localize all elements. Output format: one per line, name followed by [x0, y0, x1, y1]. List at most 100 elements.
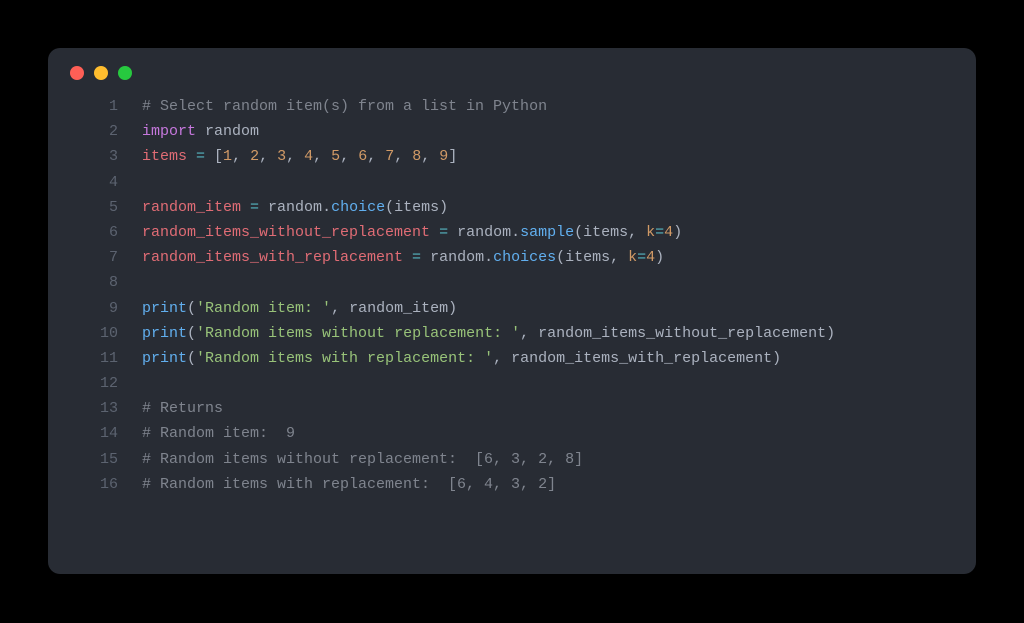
code-line[interactable]: 13# Returns	[48, 396, 976, 421]
token-punct: ,	[340, 148, 358, 165]
token-punct: (	[187, 350, 196, 367]
token-comment: # Random items without replacement: [6, …	[142, 451, 583, 468]
code-line[interactable]: 2import random	[48, 119, 976, 144]
token-str: 'Random items with replacement: '	[196, 350, 493, 367]
token-punct: [	[205, 148, 223, 165]
line-number: 2	[70, 119, 142, 144]
token-punct: .	[484, 249, 493, 266]
token-func: print	[142, 325, 187, 342]
token-op: =	[412, 249, 421, 266]
token-punct: ,	[259, 148, 277, 165]
token-op: =	[250, 199, 259, 216]
code-content: # Random items with replacement: [6, 4, …	[142, 472, 556, 497]
token-num: 8	[412, 148, 421, 165]
token-punct: ]	[448, 148, 457, 165]
token-ident: random_items_with_replacement	[142, 249, 412, 266]
code-line[interactable]: 3items = [1, 2, 3, 4, 5, 6, 7, 8, 9]	[48, 144, 976, 169]
code-content: print('Random items without replacement:…	[142, 321, 835, 346]
code-content: # Random item: 9	[142, 421, 295, 446]
token-punct: )	[655, 249, 664, 266]
line-number: 13	[70, 396, 142, 421]
code-content: random_items_without_replacement = rando…	[142, 220, 682, 245]
code-content: random_item = random.choice(items)	[142, 195, 448, 220]
code-line[interactable]: 9print('Random item: ', random_item)	[48, 296, 976, 321]
token-module: random	[205, 123, 259, 140]
code-line[interactable]: 5random_item = random.choice(items)	[48, 195, 976, 220]
code-content: # Select random item(s) from a list in P…	[142, 94, 547, 119]
line-number: 4	[70, 170, 142, 195]
token-punct: ,	[232, 148, 250, 165]
token-attr: choice	[331, 199, 385, 216]
line-number: 8	[70, 270, 142, 295]
code-line[interactable]: 8	[48, 270, 976, 295]
token-func: print	[142, 350, 187, 367]
token-attr: choices	[493, 249, 556, 266]
token-punct: ,	[367, 148, 385, 165]
token-punct: (	[187, 300, 196, 317]
line-number: 15	[70, 447, 142, 472]
line-number: 7	[70, 245, 142, 270]
code-content: print('Random items with replacement: ',…	[142, 346, 781, 371]
code-content: print('Random item: ', random_item)	[142, 296, 457, 321]
token-default: random	[259, 199, 322, 216]
token-attr: sample	[520, 224, 574, 241]
title-bar	[48, 48, 976, 90]
token-punct: , random_item)	[331, 300, 457, 317]
token-punct: (items,	[556, 249, 628, 266]
token-punct: .	[322, 199, 331, 216]
code-line[interactable]: 14# Random item: 9	[48, 421, 976, 446]
code-editor[interactable]: 1 # Select random item(s) from a list in …	[48, 90, 976, 497]
code-line[interactable]: 1# Select random item(s) from a list in …	[48, 94, 976, 119]
line-number: 16	[70, 472, 142, 497]
token-import: import	[142, 123, 196, 140]
token-func: print	[142, 300, 187, 317]
token-num: 5	[331, 148, 340, 165]
token-str: 'Random items without replacement: '	[196, 325, 520, 342]
token-num: 1	[223, 148, 232, 165]
token-punct: ,	[394, 148, 412, 165]
token-str: 'Random item: '	[196, 300, 331, 317]
code-line[interactable]: 11print('Random items with replacement: …	[48, 346, 976, 371]
code-line[interactable]: 16# Random items with replacement: [6, 4…	[48, 472, 976, 497]
code-line[interactable]: 10print('Random items without replacemen…	[48, 321, 976, 346]
token-op: =	[439, 224, 448, 241]
maximize-icon[interactable]	[118, 66, 132, 80]
token-num: 7	[385, 148, 394, 165]
token-comment: # Random items with replacement: [6, 4, …	[142, 476, 556, 493]
token-punct: ,	[313, 148, 331, 165]
token-num: 3	[277, 148, 286, 165]
code-content: # Returns	[142, 396, 223, 421]
line-number: 12	[70, 371, 142, 396]
code-line[interactable]: 7random_items_with_replacement = random.…	[48, 245, 976, 270]
line-number: 6	[70, 220, 142, 245]
token-punct: (items,	[574, 224, 646, 241]
token-punct: , random_items_without_replacement)	[520, 325, 835, 342]
token-punct: .	[511, 224, 520, 241]
token-num: 4	[304, 148, 313, 165]
token-ident: random_items_without_replacement	[142, 224, 439, 241]
token-punct: ,	[421, 148, 439, 165]
token-op: =	[655, 224, 664, 241]
code-window: 1 # Select random item(s) from a list in …	[48, 48, 976, 574]
code-line[interactable]: 4	[48, 170, 976, 195]
token-punct: (	[187, 325, 196, 342]
token-comment: # Random item: 9	[142, 425, 295, 442]
close-icon[interactable]	[70, 66, 84, 80]
token-default: random	[448, 224, 511, 241]
token-punct: , random_items_with_replacement)	[493, 350, 781, 367]
minimize-icon[interactable]	[94, 66, 108, 80]
code-content: import random	[142, 119, 259, 144]
token-default	[196, 123, 205, 140]
line-number: 3	[70, 144, 142, 169]
code-content: random_items_with_replacement = random.c…	[142, 245, 664, 270]
line-number: 5	[70, 195, 142, 220]
code-line[interactable]: 15# Random items without replacement: [6…	[48, 447, 976, 472]
code-line[interactable]: 6random_items_without_replacement = rand…	[48, 220, 976, 245]
code-line[interactable]: 12	[48, 371, 976, 396]
token-kwarg: k	[646, 224, 655, 241]
token-num: 4	[664, 224, 673, 241]
token-ident: random_item	[142, 199, 250, 216]
token-punct: (items)	[385, 199, 448, 216]
token-ident: items	[142, 148, 196, 165]
token-num: 9	[439, 148, 448, 165]
